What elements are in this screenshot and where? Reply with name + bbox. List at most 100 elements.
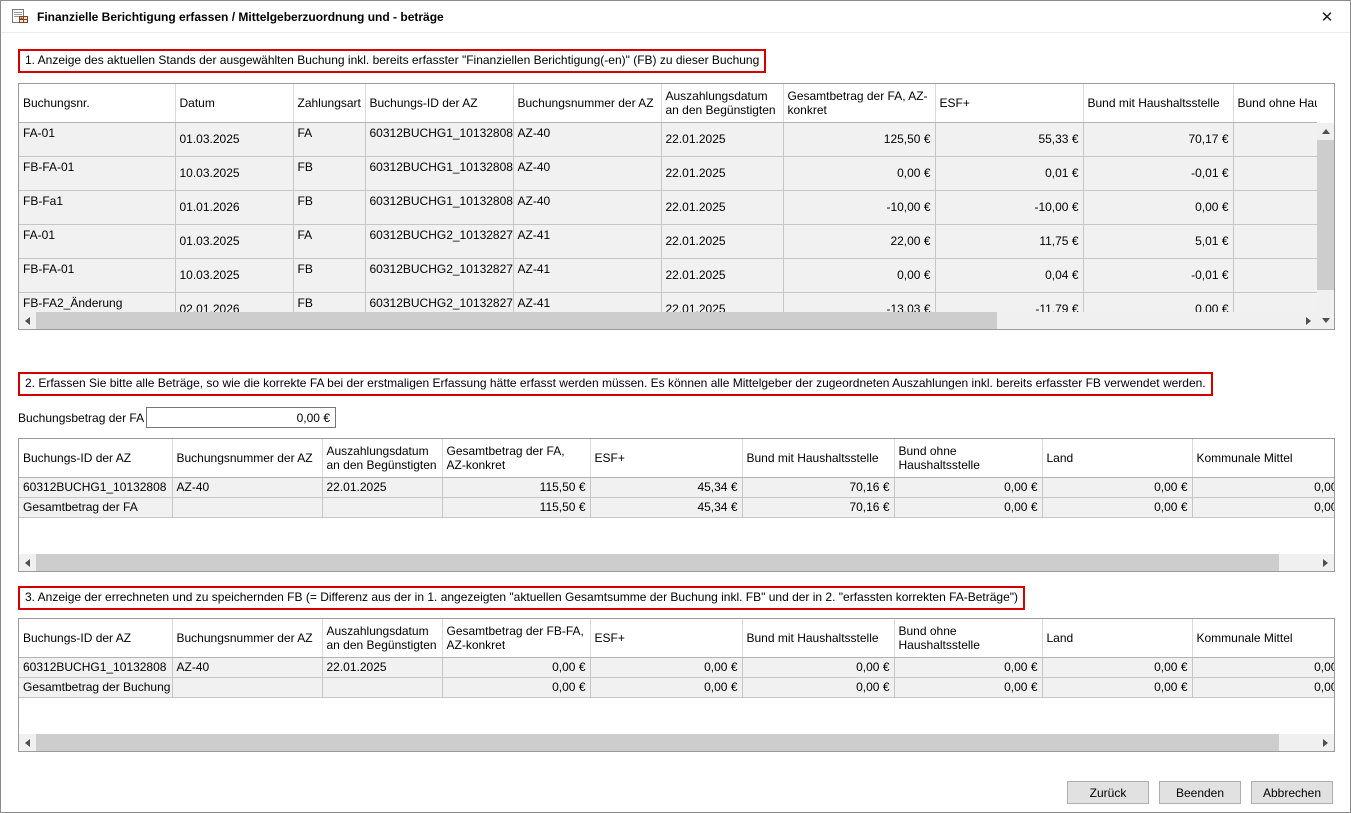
table-row[interactable]: 60312BUCHG1_10132808AZ-4022.01.20250,00 … [19, 657, 1334, 677]
table-cell: 0,00 € [442, 657, 590, 677]
buchungsbetrag-label: Buchungsbetrag der FA [18, 411, 146, 425]
table-cell: 0,00 € [742, 677, 894, 697]
scroll-up-button[interactable] [1317, 123, 1334, 140]
amount-field-row: Buchungsbetrag der FA [18, 407, 1333, 428]
horizontal-scrollbar-thumb[interactable] [36, 554, 1279, 571]
table-cell: AZ-40 [172, 477, 322, 497]
vertical-scrollbar-thumb[interactable] [1317, 140, 1334, 290]
scroll-down-icon [1322, 318, 1330, 323]
column-header: Buchungsnummer der AZ [172, 619, 322, 657]
table-cell: 0,00 € [783, 156, 935, 190]
zurueck-button[interactable]: Zurück [1067, 781, 1149, 804]
column-header: Gesamtbetrag der FA, AZ-konkret [442, 439, 590, 477]
beenden-button[interactable]: Beenden [1159, 781, 1241, 804]
scroll-right-button[interactable] [1317, 734, 1334, 751]
scroll-left-button[interactable] [19, 554, 36, 571]
table-cell: 0,00 € [1192, 677, 1334, 697]
table-cell [1233, 122, 1317, 156]
column-header: Buchungs-ID der AZ [19, 439, 172, 477]
table-row[interactable]: FB-FA2_Änderung02.01.2026FB60312BUCHG2_1… [19, 292, 1317, 312]
horizontal-scrollbar-thumb[interactable] [36, 312, 997, 329]
table-cell: 10.03.2025 [175, 156, 293, 190]
horizontal-scrollbar-track[interactable] [36, 312, 1300, 329]
scroll-left-icon [25, 739, 30, 747]
column-header: Kommunale Mittel [1192, 439, 1334, 477]
scroll-left-icon [25, 559, 30, 567]
vertical-scrollbar-track[interactable] [1317, 140, 1334, 312]
table-cell: 11,75 € [935, 224, 1083, 258]
scroll-down-button[interactable] [1317, 312, 1334, 329]
vertical-scrollbar[interactable] [1317, 84, 1334, 329]
table-cell: FB-Fa1 [19, 190, 175, 224]
horizontal-scrollbar[interactable] [19, 554, 1334, 571]
horizontal-scrollbar[interactable] [19, 312, 1317, 329]
table-row[interactable]: Gesamtbetrag der Buchung 0,00 € 0,00 € 0,00… [19, 677, 1334, 697]
table-cell: 0,00 € [442, 677, 590, 697]
close-button[interactable]: ✕ [1312, 2, 1342, 32]
column-header: Bund mit Haushaltsstelle [742, 439, 894, 477]
table-row[interactable]: FA-0101.03.2025FA60312BUCHG1_10132808AZ-… [19, 122, 1317, 156]
horizontal-scrollbar-thumb[interactable] [36, 734, 1279, 751]
table-cell: 60312BUCHG1_10132808 [365, 122, 513, 156]
table-cell: 60312BUCHG1_10132808 [365, 156, 513, 190]
table-cell: AZ-41 [513, 258, 661, 292]
scroll-right-button[interactable] [1300, 312, 1317, 329]
horizontal-scrollbar-track[interactable] [36, 734, 1317, 751]
table-cell: AZ-40 [172, 657, 322, 677]
table-cell: 01.01.2026 [175, 190, 293, 224]
table-cell: 01.03.2025 [175, 122, 293, 156]
table-cell: 0,01 € [935, 156, 1083, 190]
scroll-left-icon [25, 317, 30, 325]
column-header: Land [1042, 619, 1192, 657]
table-cell [322, 677, 442, 697]
column-header: Auszahlungsdatum an den Begünstigten [322, 619, 442, 657]
column-header: Bund mit Haushaltsstelle [742, 619, 894, 657]
scroll-left-button[interactable] [19, 734, 36, 751]
horizontal-scrollbar[interactable] [19, 734, 1334, 751]
table-cell: 22.01.2025 [661, 190, 783, 224]
table-cell: 45,34 € [590, 497, 742, 517]
scroll-right-icon [1323, 739, 1328, 747]
table-cell: FA [293, 224, 365, 258]
table-header-row: Buchungs-ID der AZBuchungsnummer der AZA… [19, 439, 1334, 477]
table-cell: 60312BUCHG1_10132808 [19, 657, 172, 677]
scroll-right-button[interactable] [1317, 554, 1334, 571]
table-cell: 70,16 € [742, 477, 894, 497]
table-cell: 125,50 € [783, 122, 935, 156]
column-header: Buchungs-ID der AZ [19, 619, 172, 657]
section1-heading: 1. Anzeige des aktuellen Stands der ausg… [18, 49, 766, 73]
scroll-left-button[interactable] [19, 312, 36, 329]
table-cell: 0,00 € [1042, 657, 1192, 677]
table-cell: -11,79 € [935, 292, 1083, 312]
table-cell [1233, 292, 1317, 312]
button-bar: Zurück Beenden Abbrechen [18, 781, 1333, 804]
table-cell [172, 497, 322, 517]
table-row[interactable]: 60312BUCHG1_10132808AZ-4022.01.2025115,5… [19, 477, 1334, 497]
table-row[interactable]: Gesamtbetrag der FA115,50 €45,34 €70,16 … [19, 497, 1334, 517]
column-header: Buchungsnr. [19, 84, 175, 122]
table-row[interactable]: FB-Fa101.01.2026FB60312BUCHG1_10132808AZ… [19, 190, 1317, 224]
table-cell: 0,00 € [590, 657, 742, 677]
table-cell: 115,50 € [442, 497, 590, 517]
table-cell: 0,00 € [894, 477, 1042, 497]
table-cell: 22,00 € [783, 224, 935, 258]
section2-table: Buchungs-ID der AZBuchungsnummer der AZA… [19, 439, 1334, 518]
table-cell [1233, 224, 1317, 258]
table-cell: 60312BUCHG2_10132827 [365, 292, 513, 312]
buchungsbetrag-input[interactable] [146, 407, 336, 428]
horizontal-scrollbar-track[interactable] [36, 554, 1317, 571]
column-header: Bund ohne Haushaltsstelle [1233, 84, 1317, 122]
section2-table-frame: Buchungs-ID der AZBuchungsnummer der AZA… [18, 438, 1335, 572]
column-header: ESF+ [590, 619, 742, 657]
table-cell: 60312BUCHG2_10132827 [365, 258, 513, 292]
title-bar[interactable]: Finanzielle Berichtigung erfassen / Mitt… [1, 1, 1350, 33]
table-row[interactable]: FA-0101.03.2025FA60312BUCHG2_10132827AZ-… [19, 224, 1317, 258]
table-cell: Gesamtbetrag der Buchung [19, 677, 172, 697]
scroll-right-icon [1323, 559, 1328, 567]
abbrechen-button[interactable]: Abbrechen [1251, 781, 1333, 804]
table-cell: FA-01 [19, 122, 175, 156]
column-header: Bund mit Haushaltsstelle [1083, 84, 1233, 122]
table-row[interactable]: FB-FA-0110.03.2025FB60312BUCHG1_10132808… [19, 156, 1317, 190]
table-cell: -13,03 € [783, 292, 935, 312]
table-row[interactable]: FB-FA-0110.03.2025FB60312BUCHG2_10132827… [19, 258, 1317, 292]
